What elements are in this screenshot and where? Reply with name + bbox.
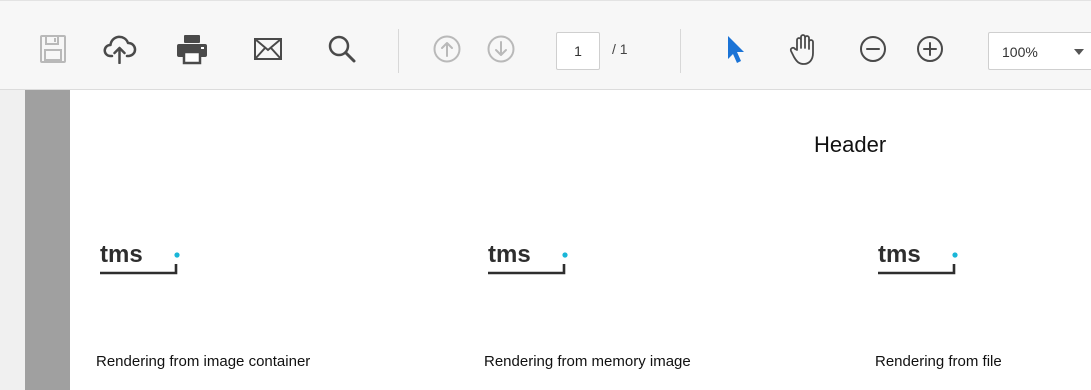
- document-page: Header tms tms tms Rendering from image …: [70, 90, 1091, 390]
- toolbar-separator: [398, 29, 399, 73]
- printer-icon: [177, 35, 207, 65]
- chevron-down-icon: [1074, 49, 1084, 55]
- cloud-upload-icon: [103, 35, 137, 64]
- hand-tool-button[interactable]: [784, 29, 824, 69]
- save-button[interactable]: [33, 29, 73, 69]
- page-total-label: / 1: [612, 41, 628, 57]
- page-number-input[interactable]: [556, 32, 600, 70]
- zoom-value: 100%: [1002, 44, 1038, 60]
- caption-file: Rendering from file: [875, 353, 1002, 370]
- envelope-icon: [254, 38, 282, 60]
- email-button[interactable]: [248, 29, 288, 69]
- print-button[interactable]: [172, 29, 212, 69]
- pointer-arrow-icon: [728, 36, 744, 63]
- upload-button[interactable]: [100, 29, 140, 69]
- search-button[interactable]: [322, 29, 362, 69]
- toolbar: / 1 100%: [0, 0, 1091, 90]
- arrow-down-circle-icon: [487, 35, 515, 63]
- svg-text:tms: tms: [878, 241, 921, 268]
- zoom-out-button[interactable]: [853, 29, 893, 69]
- zoom-in-button[interactable]: [910, 29, 950, 69]
- search-icon: [328, 35, 356, 63]
- tms-logo-image: tms: [488, 241, 568, 275]
- tms-logo-image: tms: [100, 241, 180, 275]
- caption-image-container: Rendering from image container: [96, 353, 311, 370]
- select-tool-button[interactable]: [715, 29, 755, 69]
- previous-page-button[interactable]: [427, 29, 467, 69]
- toolbar-separator: [680, 29, 681, 73]
- svg-text:tms: tms: [100, 241, 143, 268]
- navigation-pane-gutter: [0, 90, 25, 390]
- zoom-select[interactable]: 100%: [988, 32, 1091, 70]
- page-shadow-edge: [25, 90, 70, 390]
- caption-memory-image: Rendering from memory image: [484, 353, 691, 370]
- svg-text:tms: tms: [488, 241, 531, 268]
- document-viewer[interactable]: Header tms tms tms Rendering from image …: [0, 90, 1091, 390]
- hand-icon: [789, 34, 814, 65]
- floppy-disk-icon: [40, 35, 66, 63]
- next-page-button[interactable]: [481, 29, 521, 69]
- tms-logo-image: tms: [878, 241, 958, 275]
- plus-circle-icon: [917, 36, 943, 62]
- page-header: Header: [814, 132, 887, 157]
- minus-circle-icon: [860, 36, 886, 62]
- arrow-up-circle-icon: [433, 35, 461, 63]
